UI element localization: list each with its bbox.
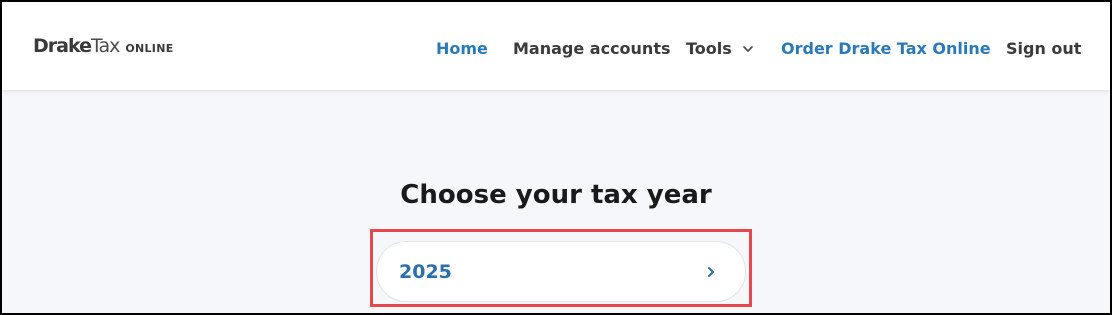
page-title: Choose your tax year <box>400 180 712 210</box>
chevron-right-icon <box>708 267 714 277</box>
nav-home-link[interactable]: Home <box>436 38 488 60</box>
tax-year-label: 2025 <box>399 261 452 283</box>
tax-year-2025-button[interactable]: 2025 <box>376 241 746 302</box>
chevron-down-icon <box>742 46 753 52</box>
drake-tax-online-logo[interactable]: Drake Tax ONLINE <box>33 35 174 59</box>
logo-online-text: ONLINE <box>125 42 174 55</box>
logo-tax-text: Tax <box>90 35 120 57</box>
nav-sign-out-link[interactable]: Sign out <box>1006 38 1081 60</box>
top-header: Drake Tax ONLINE Home Manage accounts To… <box>2 2 1110 90</box>
nav-order-link[interactable]: Order Drake Tax Online <box>781 38 991 60</box>
nav-manage-accounts-link[interactable]: Manage accounts <box>513 38 671 60</box>
app-frame: Drake Tax ONLINE Home Manage accounts To… <box>0 0 1112 315</box>
logo-drake-text: Drake <box>33 35 92 57</box>
nav-tools-label: Tools <box>686 39 732 58</box>
nav-tools-menu[interactable]: Tools <box>686 38 754 60</box>
